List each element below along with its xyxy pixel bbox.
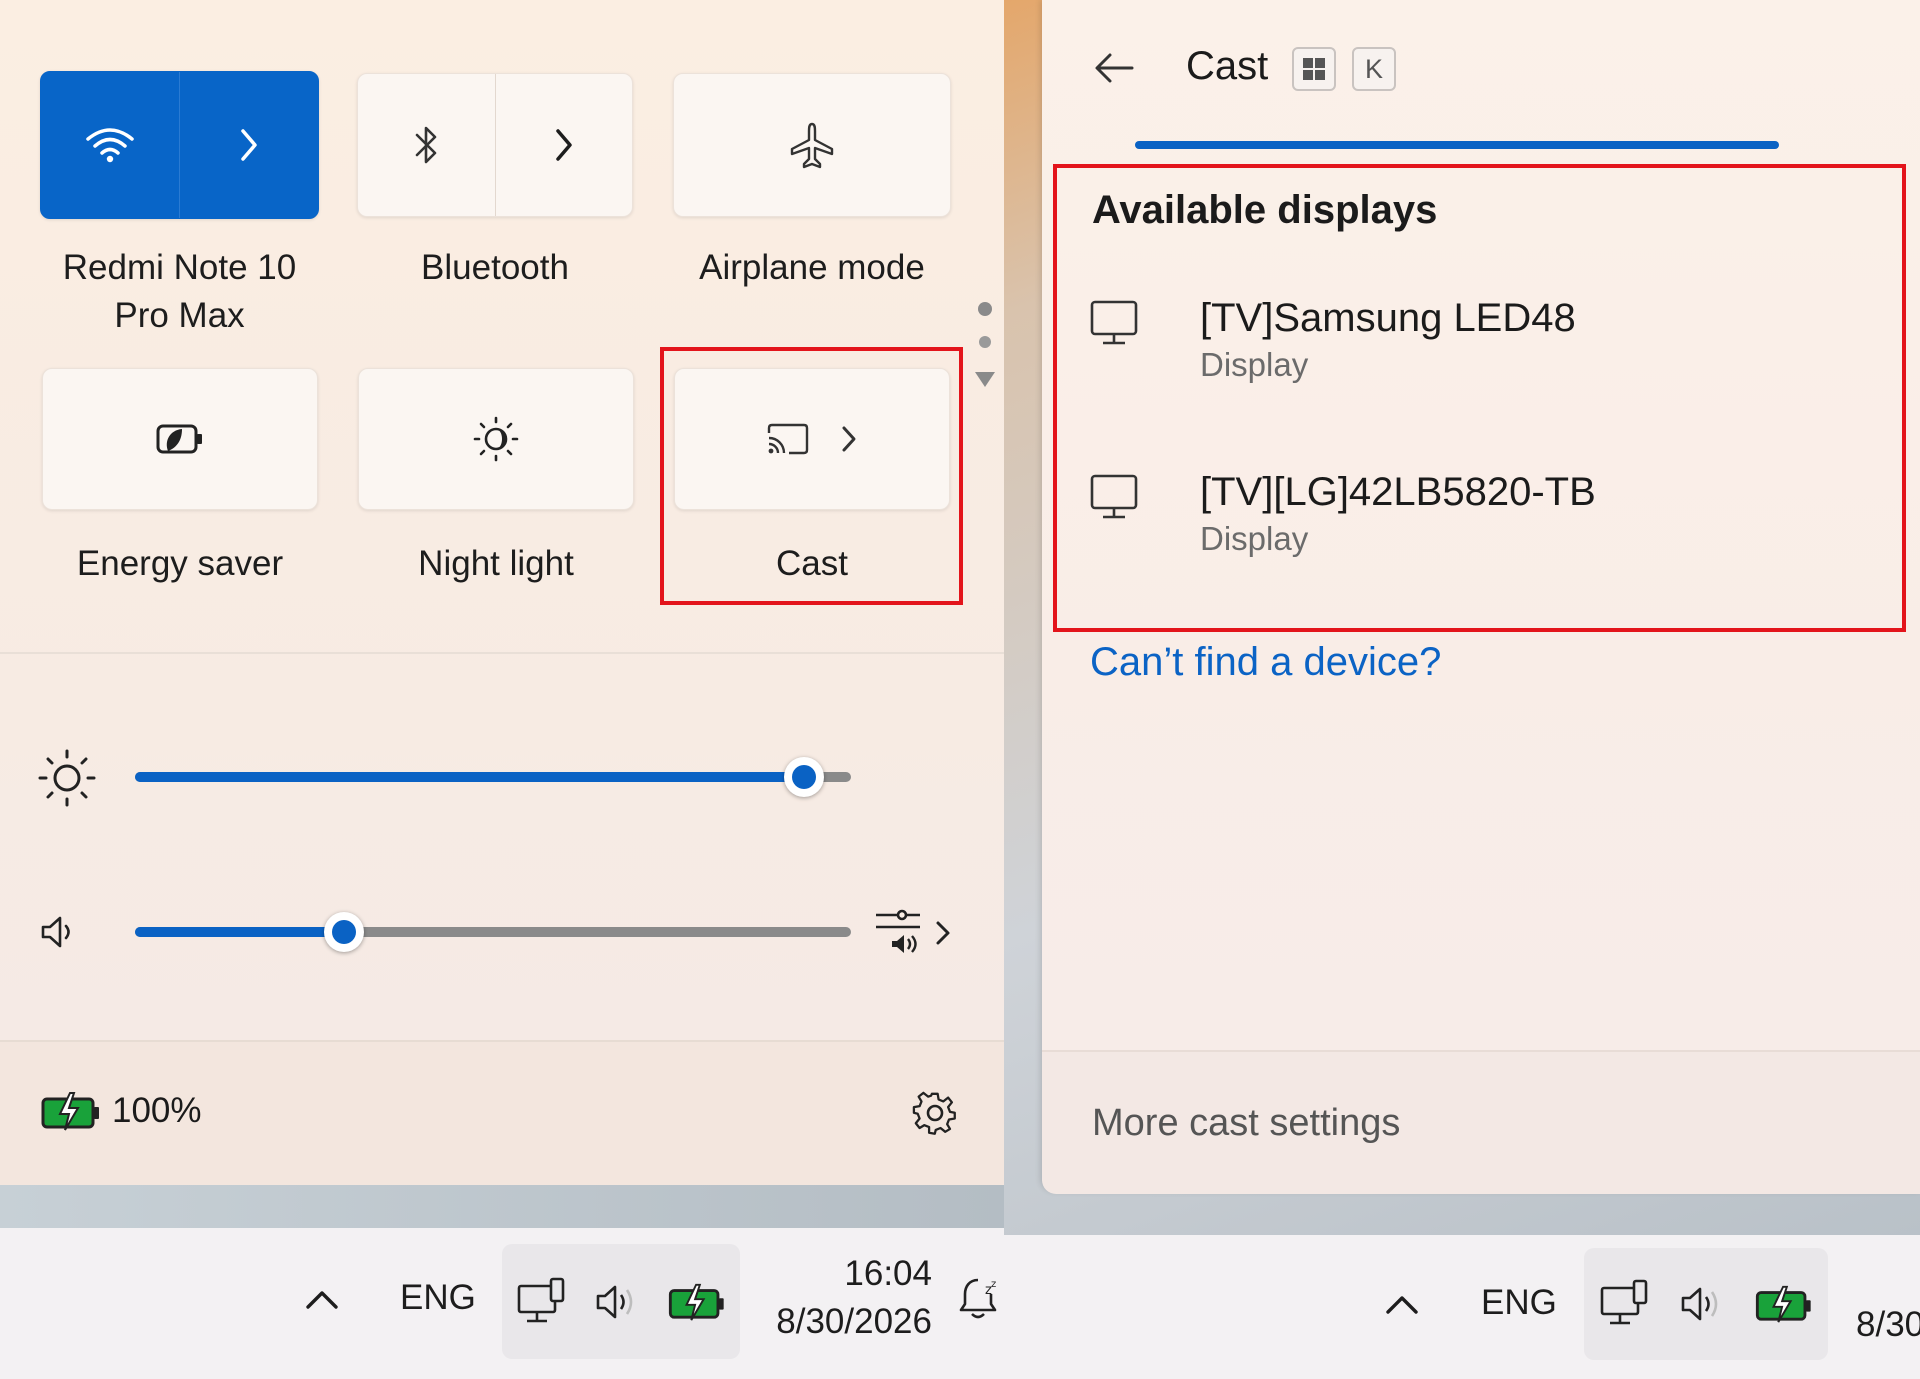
volume-slider[interactable]: [135, 907, 851, 957]
volume-slider-fill: [135, 927, 344, 937]
cast-highlight-box: [660, 347, 963, 605]
chevron-up-icon[interactable]: [1382, 1288, 1422, 1318]
audio-output-button[interactable]: [872, 905, 962, 961]
battery-percentage: 100%: [112, 1091, 202, 1130]
language-indicator[interactable]: ENG: [1481, 1283, 1557, 1323]
speaker-icon: [1681, 1287, 1718, 1321]
energy-saver-tile[interactable]: [42, 368, 318, 510]
system-tray-group[interactable]: [1584, 1248, 1828, 1360]
bluetooth-icon: [415, 126, 437, 164]
cant-find-device-link[interactable]: Can’t find a device?: [1090, 640, 1441, 685]
bluetooth-tile[interactable]: [357, 73, 633, 217]
brightness-icon: [38, 749, 96, 807]
volume-icon[interactable]: [38, 912, 78, 952]
brightness-slider[interactable]: [135, 752, 851, 802]
wifi-icon: [86, 128, 134, 163]
system-tray-group[interactable]: [502, 1244, 740, 1359]
clock-date: 8/30/2026: [776, 1302, 932, 1341]
bluetooth-expand-button[interactable]: [494, 74, 633, 216]
network-icon: [517, 1277, 565, 1322]
back-arrow-icon[interactable]: [1092, 48, 1136, 88]
battery-charging-icon: [668, 1283, 724, 1321]
wifi-toggle[interactable]: [41, 72, 179, 218]
clock-date[interactable]: 8/30: [1856, 1305, 1920, 1345]
wifi-expand-button[interactable]: [179, 72, 318, 218]
clock-time: 16:04: [844, 1254, 932, 1293]
night-light-icon: [473, 416, 519, 462]
scroll-down-icon: [975, 372, 995, 387]
night-light-tile[interactable]: [358, 368, 634, 510]
battery-charging-icon: [1755, 1285, 1811, 1323]
language-indicator[interactable]: ENG: [400, 1278, 476, 1318]
divider: [0, 652, 1004, 654]
more-cast-settings-link[interactable]: More cast settings: [1092, 1102, 1400, 1145]
brightness-slider-thumb[interactable]: [784, 757, 824, 797]
page-dot: [979, 336, 991, 348]
chevron-up-icon[interactable]: [302, 1283, 342, 1313]
loading-progress-bar: [1135, 141, 1779, 149]
svg-text:z: z: [991, 1279, 996, 1290]
available-displays-highlight-box: [1053, 164, 1906, 632]
bluetooth-toggle[interactable]: [358, 74, 495, 216]
brightness-slider-fill: [135, 772, 804, 782]
network-icon: [1600, 1279, 1648, 1325]
volume-slider-thumb[interactable]: [324, 912, 364, 952]
chevron-right-icon: [556, 129, 572, 161]
clock[interactable]: 16:04 8/30/2026: [760, 1250, 932, 1346]
shortcut-key-k: K: [1352, 47, 1396, 91]
battery-charging-icon: [41, 1092, 99, 1131]
energy-saver-tile-label: Energy saver: [76, 544, 284, 583]
airplane-mode-tile-label: Airplane mode: [699, 248, 925, 287]
chevron-right-icon: [936, 921, 950, 945]
notification-bell-icon[interactable]: z z: [956, 1274, 1000, 1322]
page-dot-active: [978, 302, 992, 316]
audio-output-icon: [876, 909, 920, 953]
energy-saver-icon: [156, 424, 202, 454]
battery-status[interactable]: 100%: [40, 1090, 202, 1132]
wifi-tile[interactable]: [40, 71, 319, 219]
page-indicator[interactable]: [974, 298, 996, 408]
speaker-icon: [596, 1285, 633, 1318]
cast-panel-title: Cast: [1186, 44, 1269, 88]
airplane-icon: [790, 122, 834, 169]
wifi-tile-label: Redmi Note 10 Pro Max: [62, 248, 297, 335]
airplane-mode-tile[interactable]: [673, 73, 951, 217]
chevron-right-icon: [241, 129, 257, 161]
windows-key-icon: [1292, 47, 1336, 91]
desktop-strip: [0, 1185, 1004, 1230]
bluetooth-tile-label: Bluetooth: [421, 248, 569, 287]
night-light-tile-label: Night light: [418, 544, 574, 583]
gear-icon[interactable]: [912, 1090, 958, 1136]
